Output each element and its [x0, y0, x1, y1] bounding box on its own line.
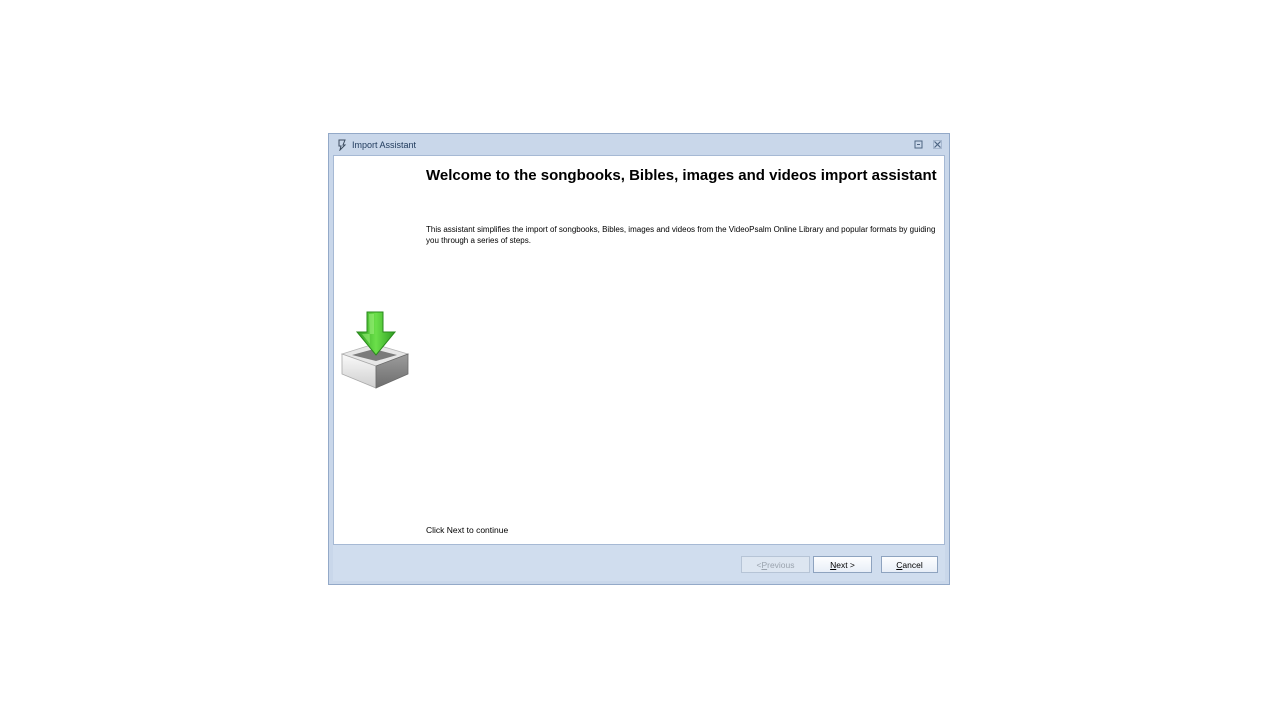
cancel-button-rest: ancel: [902, 559, 923, 570]
import-assistant-window: Import Assistant Welcome to the songbook…: [328, 133, 950, 585]
restore-window-icon[interactable]: [913, 139, 924, 150]
button-bar: < Previous Next > Cancel: [333, 545, 945, 581]
previous-button-rest: revious: [767, 559, 795, 570]
continue-hint: Click Next to continue: [426, 525, 509, 535]
description-text: This assistant simplifies the import of …: [426, 225, 936, 245]
wizard-content: Welcome to the songbooks, Bibles, images…: [333, 155, 945, 545]
title-bar[interactable]: Import Assistant: [329, 134, 949, 155]
previous-button[interactable]: < Previous: [741, 556, 810, 573]
next-button-rest: ext >: [836, 559, 855, 570]
next-button[interactable]: Next >: [813, 556, 872, 573]
page-title: Welcome to the songbooks, Bibles, images…: [426, 167, 937, 184]
app-icon: [338, 139, 347, 151]
close-icon[interactable]: [932, 139, 943, 150]
cancel-button[interactable]: Cancel: [881, 556, 938, 573]
window-title: Import Assistant: [352, 139, 417, 150]
import-tray-arrow-icon: [340, 311, 410, 389]
